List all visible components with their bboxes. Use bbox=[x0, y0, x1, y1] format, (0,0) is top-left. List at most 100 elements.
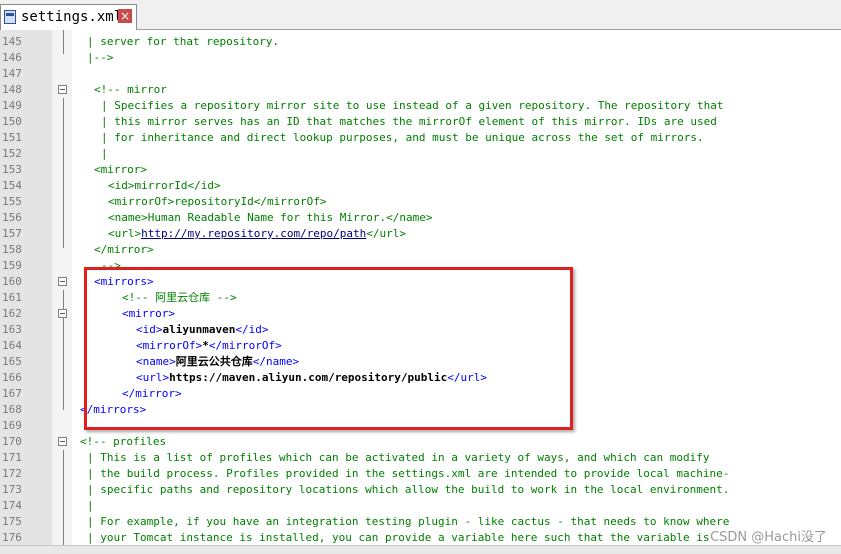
line-number: 150 bbox=[2, 115, 22, 128]
line-number: 159 bbox=[2, 259, 22, 272]
code-text: | bbox=[87, 498, 94, 514]
code-token: | bbox=[101, 147, 108, 160]
code-text: </mirror> bbox=[94, 242, 154, 258]
tab-label: settings.xml bbox=[21, 9, 123, 25]
code-text: | the build process. Profiles provided i… bbox=[87, 466, 729, 482]
line-number: 176 bbox=[2, 531, 22, 544]
code-editor[interactable]: 145 | server for that repository. 146 |--> 1… bbox=[0, 30, 841, 545]
code-line: 145 | server for that repository. bbox=[0, 34, 841, 50]
code-text: | specific paths and repository location… bbox=[87, 482, 729, 498]
code-line: 150 | this mirror serves has an ID that m… bbox=[0, 114, 841, 130]
code-token: | For example, if you have an integratio… bbox=[87, 515, 730, 528]
tab-bar: settings.xml × bbox=[0, 0, 841, 30]
code-text: | server for that repository. bbox=[87, 34, 279, 50]
line-number: 145 bbox=[2, 35, 22, 48]
line-number: 158 bbox=[2, 243, 22, 256]
line-number: 165 bbox=[2, 355, 22, 368]
line-number: 152 bbox=[2, 147, 22, 160]
code-text: |--> bbox=[87, 50, 114, 66]
fold-toggle-icon[interactable] bbox=[58, 277, 67, 286]
code-token: | server for that repository. bbox=[87, 35, 280, 48]
code-token: | specific paths and repository location… bbox=[87, 483, 730, 496]
line-number: 149 bbox=[2, 99, 22, 112]
line-number: 167 bbox=[2, 387, 22, 400]
line-number: 160 bbox=[2, 275, 22, 288]
line-number: 169 bbox=[2, 419, 22, 432]
code-text: | for inheritance and direct lookup purp… bbox=[101, 130, 704, 146]
line-number: 153 bbox=[2, 163, 22, 176]
code-line: 155 <mirrorOf>repositoryId</mirrorOf> bbox=[0, 194, 841, 210]
code-text: | bbox=[101, 146, 108, 162]
save-file-icon bbox=[4, 10, 16, 24]
line-number: 157 bbox=[2, 227, 22, 240]
code-token: <id>mirrorId</id> bbox=[108, 179, 221, 192]
code-line: 149 | Specifies a repository mirror site … bbox=[0, 98, 841, 114]
code-token: | Specifies a repository mirror site to … bbox=[101, 99, 724, 112]
line-number: 175 bbox=[2, 515, 22, 528]
code-token: | for inheritance and direct lookup purp… bbox=[101, 131, 704, 144]
code-token: http://my.repository.com/repo/path bbox=[141, 227, 367, 240]
line-number: 164 bbox=[2, 339, 22, 352]
code-line: 172 | the build process. Profiles provide… bbox=[0, 466, 841, 482]
line-number: 146 bbox=[2, 51, 22, 64]
code-line: 157 <url>http://my.repository.com/repo/pa… bbox=[0, 226, 841, 242]
code-line: 154 <id>mirrorId</id> bbox=[0, 178, 841, 194]
code-text: | Specifies a repository mirror site to … bbox=[101, 98, 724, 114]
line-number: 168 bbox=[2, 403, 22, 416]
code-token: | this mirror serves has an ID that matc… bbox=[101, 115, 717, 128]
code-line: 174 | bbox=[0, 498, 841, 514]
line-number: 155 bbox=[2, 195, 22, 208]
line-number: 148 bbox=[2, 83, 22, 96]
line-number: 151 bbox=[2, 131, 22, 144]
close-icon[interactable]: × bbox=[118, 9, 132, 23]
code-token: <name>Human Readable Name for this Mirro… bbox=[108, 211, 433, 224]
fold-toggle-icon[interactable] bbox=[58, 85, 67, 94]
line-number: 172 bbox=[2, 467, 22, 480]
code-line: 156 <name>Human Readable Name for this Mi… bbox=[0, 210, 841, 226]
code-token: | the build process. Profiles provided i… bbox=[87, 467, 730, 480]
code-line: 153 <mirror> bbox=[0, 162, 841, 178]
fold-toggle-icon[interactable] bbox=[58, 309, 67, 318]
code-text: | This is a list of profiles which can b… bbox=[87, 450, 710, 466]
code-token: | your Tomcat instance is installed, you… bbox=[87, 531, 710, 544]
line-number: 166 bbox=[2, 371, 22, 384]
line-number: 170 bbox=[2, 435, 22, 448]
line-number: 156 bbox=[2, 211, 22, 224]
code-line: 152 | bbox=[0, 146, 841, 162]
code-text: <url>http://my.repository.com/repo/path<… bbox=[108, 226, 406, 242]
line-number: 174 bbox=[2, 499, 22, 512]
tab-settings-xml[interactable]: settings.xml × bbox=[0, 4, 137, 30]
code-token: </url> bbox=[366, 227, 407, 240]
line-number: 161 bbox=[2, 291, 22, 304]
code-text: | your Tomcat instance is installed, you… bbox=[87, 530, 710, 545]
code-line: 151 | for inheritance and direct lookup p… bbox=[0, 130, 841, 146]
code-token: <mirrorOf>repositoryId</mirrorOf> bbox=[108, 195, 327, 208]
code-token: <url> bbox=[108, 227, 142, 240]
code-text: <!-- mirror bbox=[94, 82, 167, 98]
code-text: <!-- profiles bbox=[80, 434, 166, 450]
code-text: | For example, if you have an integratio… bbox=[87, 514, 729, 530]
code-line: 171 | This is a list of profiles which ca… bbox=[0, 450, 841, 466]
code-token: <!-- mirror bbox=[94, 83, 167, 96]
code-line: 170 <!-- profiles bbox=[0, 434, 841, 450]
code-text: <mirror> bbox=[94, 162, 147, 178]
code-token: | This is a list of profiles which can b… bbox=[87, 451, 710, 464]
line-number: 154 bbox=[2, 179, 22, 192]
code-text: <mirrorOf>repositoryId</mirrorOf> bbox=[108, 194, 327, 210]
code-token: |--> bbox=[87, 51, 114, 64]
watermark: CSDN @Hachi没了 bbox=[710, 530, 827, 545]
code-token: <mirror> bbox=[94, 163, 147, 176]
code-token: </mirror> bbox=[94, 243, 154, 256]
code-line: 147 bbox=[0, 66, 841, 82]
code-text: | this mirror serves has an ID that matc… bbox=[101, 114, 717, 130]
code-line: 146 |--> bbox=[0, 50, 841, 66]
highlight-box bbox=[84, 267, 573, 430]
code-text: <name>Human Readable Name for this Mirro… bbox=[108, 210, 433, 226]
line-number: 147 bbox=[2, 67, 22, 80]
code-line: 158 </mirror> bbox=[0, 242, 841, 258]
line-number: 162 bbox=[2, 307, 22, 320]
code-line: 173 | specific paths and repository locat… bbox=[0, 482, 841, 498]
code-token: | bbox=[87, 499, 94, 512]
fold-toggle-icon[interactable] bbox=[58, 437, 67, 446]
code-text: <id>mirrorId</id> bbox=[108, 178, 221, 194]
